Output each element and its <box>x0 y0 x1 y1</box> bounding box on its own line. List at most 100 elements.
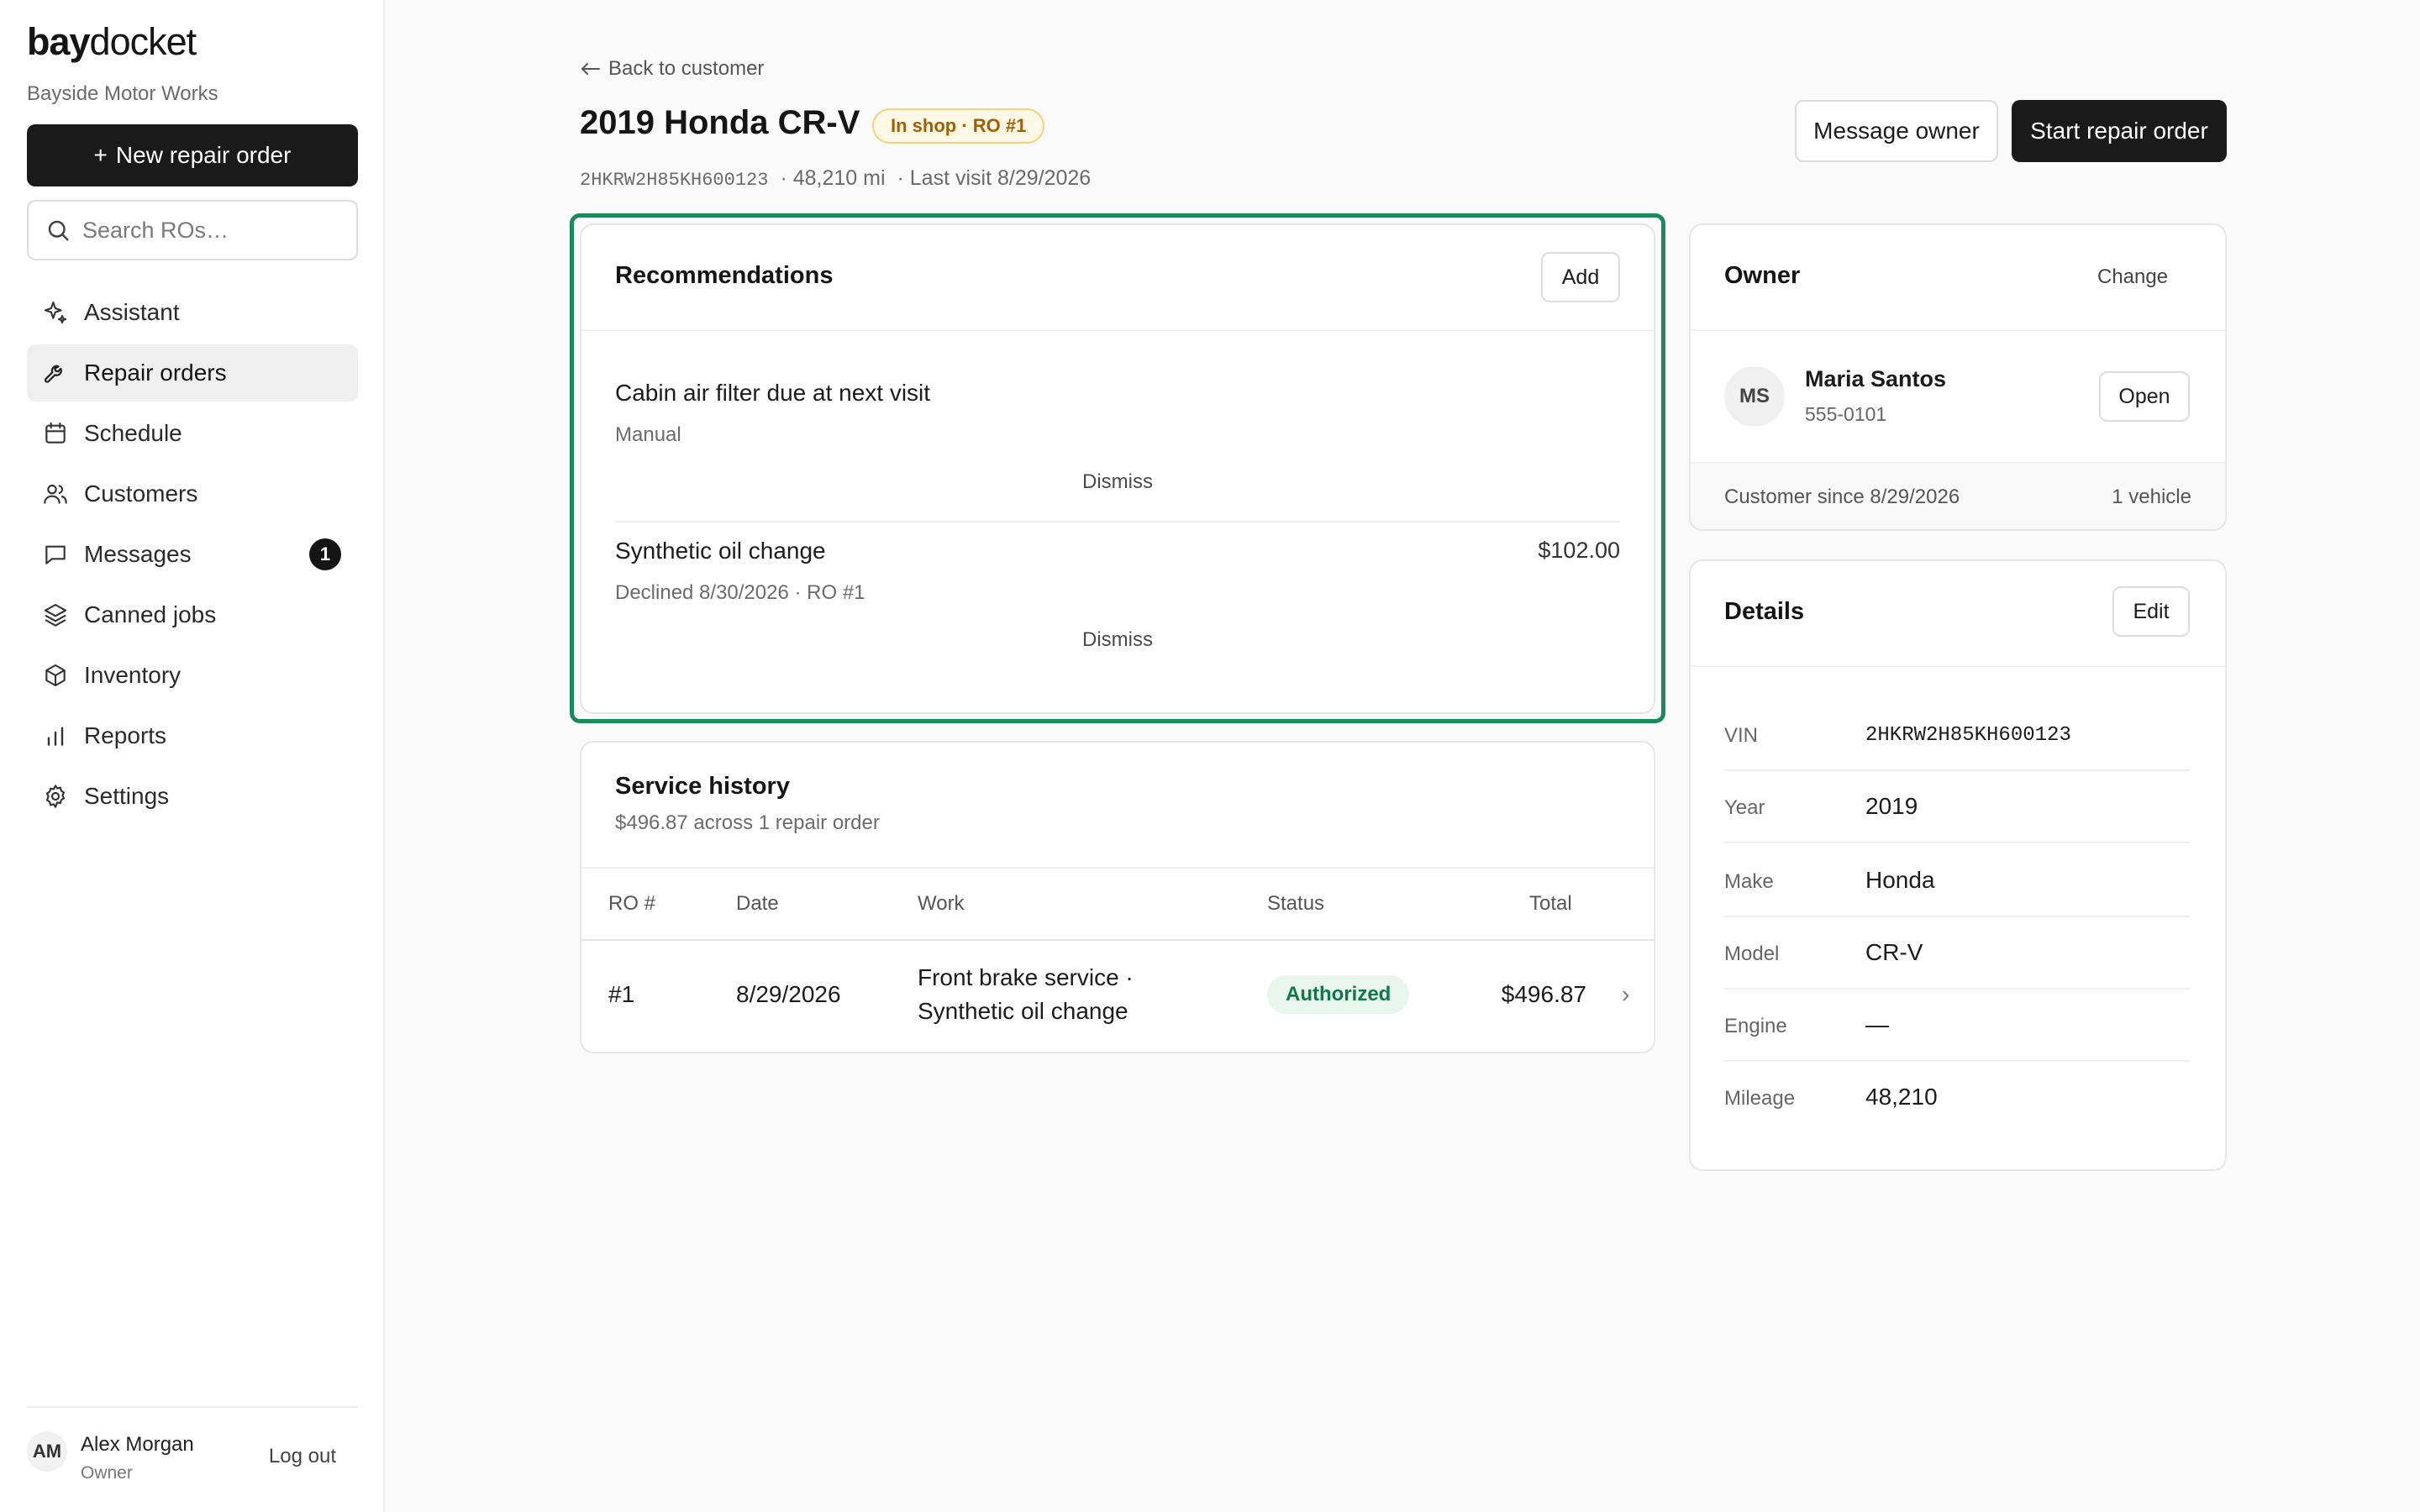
divider <box>1691 329 2225 331</box>
vehicle-count: 1 vehicle <box>2112 486 2191 508</box>
sparkle-icon <box>42 299 69 326</box>
divider <box>581 329 1654 331</box>
divider <box>1724 842 2190 843</box>
sidebar-item-label: Customers <box>84 480 198 507</box>
detail-label-year: Year <box>1724 796 1765 819</box>
sidebar-item-label: Messages <box>84 541 192 567</box>
sidebar-item-label: Assistant <box>84 299 180 325</box>
ro-date: 8/29/2026 <box>736 981 841 1007</box>
recommendation-price: $102.00 <box>1538 538 1620 563</box>
service-history-title: Service history <box>615 773 790 800</box>
back-to-customer-link[interactable]: Back to customer <box>580 57 764 81</box>
sidebar-item-schedule[interactable]: Schedule <box>27 405 358 462</box>
divider <box>1724 1060 2190 1062</box>
column-header-date: Date <box>736 892 779 915</box>
status-badge: Authorized <box>1267 975 1410 1014</box>
wrench-icon <box>42 360 69 386</box>
detail-label-vin: VIN <box>1724 724 1759 747</box>
arrow-left-icon <box>580 60 602 77</box>
avatar[interactable]: AM <box>27 1431 67 1472</box>
divider <box>615 521 1620 522</box>
details-title: Details <box>1724 598 1805 625</box>
recommendation-source: Declined 8/30/2026 · RO #1 <box>615 581 865 604</box>
logout-button[interactable]: Log out <box>269 1445 336 1468</box>
message-icon <box>42 541 69 568</box>
dismiss-button[interactable]: Dismiss <box>1034 470 1202 494</box>
new-repair-order-label: New repair order <box>115 142 292 168</box>
detail-value-mileage: 48,210 <box>1865 1084 1938 1110</box>
start-repair-order-button[interactable]: Start repair order <box>2012 100 2227 162</box>
vehicle-meta: 2HKRW2H85KH600123 · 48,210 mi · Last vis… <box>580 166 1091 191</box>
owner-footer: Customer since 8/29/2026 1 vehicle <box>1691 462 2225 529</box>
ro-number: #1 <box>608 981 635 1007</box>
search-box[interactable] <box>27 200 358 260</box>
recommendation-title: Cabin air filter due at next visit <box>615 380 931 406</box>
user-role: Owner <box>81 1463 133 1483</box>
sidebar-item-settings[interactable]: Settings <box>27 768 358 825</box>
gear-icon <box>42 783 69 810</box>
recommendation-source: Manual <box>615 423 681 446</box>
change-owner-button[interactable]: Change <box>2097 265 2168 289</box>
sidebar-item-repair-orders[interactable]: Repair orders <box>27 344 358 402</box>
ro-total: $496.87 <box>1501 981 1586 1007</box>
new-repair-order-button[interactable]: + New repair order <box>27 124 358 186</box>
divider <box>1724 916 2190 917</box>
sidebar-item-messages[interactable]: Messages 1 <box>27 526 358 583</box>
edit-details-button[interactable]: Edit <box>2112 586 2190 637</box>
sidebar-item-label: Repair orders <box>84 360 227 386</box>
status-badge: In shop · RO #1 <box>872 108 1045 144</box>
detail-value-engine: — <box>1865 1011 1889 1037</box>
detail-value-vin: 2HKRW2H85KH600123 <box>1865 724 2071 747</box>
sidebar-item-canned-jobs[interactable]: Canned jobs <box>27 586 358 643</box>
vin-text: 2HKRW2H85KH600123 <box>580 170 769 191</box>
search-input[interactable] <box>82 217 351 244</box>
user-name: Alex Morgan <box>81 1433 194 1456</box>
divider <box>1724 769 2190 771</box>
divider <box>1724 988 2190 990</box>
mileage-text: · 48,210 mi <box>780 166 886 190</box>
table-row[interactable]: #1 8/29/2026 Front brake service · Synth… <box>581 941 1654 1050</box>
sidebar-item-inventory[interactable]: Inventory <box>27 647 358 704</box>
bar-chart-icon <box>42 722 69 749</box>
sidebar-item-assistant[interactable]: Assistant <box>27 284 358 341</box>
sidebar-item-label: Inventory <box>84 662 182 688</box>
plus-icon: + <box>93 142 108 168</box>
owner-title: Owner <box>1724 262 1801 289</box>
column-header-total: Total <box>1529 892 1572 915</box>
dismiss-button[interactable]: Dismiss <box>1034 628 1202 652</box>
brand-logo[interactable]: baydocket <box>27 20 197 64</box>
layers-icon <box>42 601 69 628</box>
sidebar-nav: Assistant Repair orders Schedule Custome… <box>27 284 358 828</box>
sidebar-item-customers[interactable]: Customers <box>27 465 358 522</box>
message-owner-button[interactable]: Message owner <box>1795 100 1998 162</box>
users-icon <box>42 480 69 507</box>
detail-label-make: Make <box>1724 870 1774 893</box>
divider <box>581 867 1654 869</box>
detail-value-make: Honda <box>1865 867 1935 893</box>
chevron-right-icon: › <box>1622 981 1630 1007</box>
last-visit-text: · Last visit 8/29/2026 <box>897 166 1092 190</box>
detail-label-model: Model <box>1724 942 1780 965</box>
sidebar-item-label: Settings <box>84 783 170 809</box>
unread-count-badge: 1 <box>309 538 341 570</box>
page-title: 2019 Honda CR-V <box>580 104 860 141</box>
recommendation-title: Synthetic oil change <box>615 538 826 564</box>
open-owner-button[interactable]: Open <box>2099 371 2190 422</box>
service-history-summary: $496.87 across 1 repair order <box>615 811 880 834</box>
owner-name: Maria Santos <box>1805 366 1947 391</box>
box-icon <box>42 662 69 689</box>
ro-work-line: Front brake service · <box>918 964 1134 990</box>
detail-value-model: CR-V <box>1865 939 1923 965</box>
column-header-ro: RO # <box>608 892 656 915</box>
search-icon <box>45 218 71 243</box>
avatar: MS <box>1724 366 1785 427</box>
back-label: Back to customer <box>608 57 765 80</box>
calendar-icon <box>42 420 69 447</box>
sidebar-item-label: Schedule <box>84 420 182 446</box>
shop-name: Bayside Motor Works <box>27 82 218 105</box>
divider <box>1691 665 2225 667</box>
sidebar-item-reports[interactable]: Reports <box>27 707 358 764</box>
detail-label-engine: Engine <box>1724 1015 1787 1037</box>
add-recommendation-button[interactable]: Add <box>1541 252 1620 302</box>
column-header-status: Status <box>1267 892 1325 915</box>
